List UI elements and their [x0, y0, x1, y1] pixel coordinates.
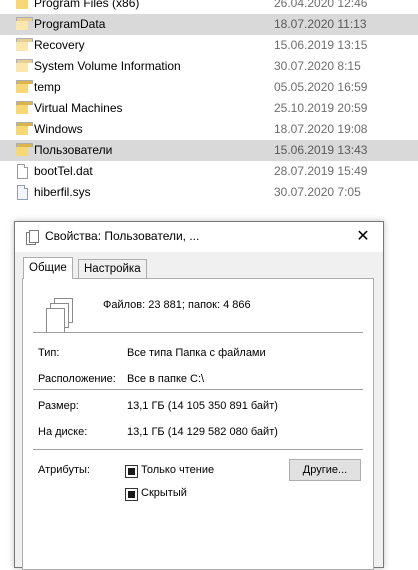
file-row[interactable]: Windows 18.07.2020 19:08: [0, 119, 418, 140]
file-row[interactable]: Virtual Machines 25.10.2019 20:59: [0, 98, 418, 119]
divider: [33, 449, 363, 450]
type-value: Все типа Папка с файлами: [127, 347, 266, 359]
properties-icon: [26, 230, 39, 245]
folder-icon: [16, 0, 28, 10]
advanced-attributes-button[interactable]: Другие...: [289, 459, 361, 481]
size-on-disk-label: На диске:: [38, 426, 88, 438]
dialog-title: Свойства: Пользователи, ...: [45, 229, 200, 243]
file-icon: [16, 164, 28, 179]
file-date-modified: 26.04.2020 12:46: [274, 0, 368, 10]
hidden-checkbox[interactable]: [125, 488, 138, 501]
tab-general[interactable]: Общие: [23, 257, 73, 279]
file-row[interactable]: Recovery 15.06.2019 13:15: [0, 35, 418, 56]
folder-icon: [16, 80, 33, 94]
folder-icon: [16, 17, 33, 31]
file-name: hiberfil.sys: [34, 185, 91, 199]
type-label: Тип:: [38, 347, 60, 359]
file-date-modified: 18.07.2020 11:13: [274, 17, 367, 31]
attributes-label: Атрибуты:: [38, 464, 90, 476]
file-name: Program Files (x86): [34, 0, 140, 10]
readonly-checkbox[interactable]: [125, 465, 138, 478]
close-icon: ✕: [356, 228, 370, 245]
location-label: Расположение:: [38, 373, 116, 385]
file-row[interactable]: System Volume Information 30.07.2020 8:15: [0, 56, 418, 77]
file-name: Windows: [34, 122, 83, 136]
file-date-modified: 25.10.2019 20:59: [274, 101, 368, 115]
file-date-modified: 30.07.2020 7:05: [274, 185, 361, 199]
folder-icon: [16, 143, 33, 157]
folder-icon: [16, 122, 33, 136]
file-icon: [16, 185, 28, 200]
file-date-modified: 30.07.2020 8:15: [274, 59, 361, 73]
file-row[interactable]: bootTel.dat 28.07.2019 15:49: [0, 161, 418, 182]
file-name: Пользователи: [34, 143, 113, 157]
file-row[interactable]: ProgramData 18.07.2020 11:13: [0, 14, 418, 35]
folder-icon: [16, 101, 33, 115]
file-folder-count: Файлов: 23 881; папок: 4 866: [103, 299, 251, 311]
file-date-modified: 18.07.2020 19:08: [274, 122, 368, 136]
readonly-label[interactable]: Только чтение: [141, 464, 214, 476]
size-value: 13,1 ГБ (14 105 350 891 байт): [127, 400, 278, 412]
file-date-modified: 05.05.2020 16:59: [274, 80, 368, 94]
file-row[interactable]: hiberfil.sys 30.07.2020 7:05: [0, 182, 418, 203]
file-name: temp: [34, 80, 61, 94]
file-name: bootTel.dat: [34, 164, 93, 178]
file-row[interactable]: Program Files (x86) 26.04.2020 12:46: [0, 0, 418, 14]
file-name: ProgramData: [34, 17, 106, 31]
tab-customize[interactable]: Настройка: [78, 259, 147, 278]
folder-icon: [16, 38, 33, 52]
divider: [33, 389, 363, 390]
location-value: Все в папке C:\: [127, 373, 205, 385]
folder-icon: [16, 59, 33, 73]
general-tab-panel: Файлов: 23 881; папок: 4 866 Тип: Все ти…: [22, 278, 374, 570]
dialog-titlebar[interactable]: Свойства: Пользователи, ... ✕: [15, 222, 383, 252]
multiple-files-icon: [46, 298, 73, 333]
file-list: Program Files (x86) 26.04.2020 12:46 Progr…: [0, 0, 418, 203]
properties-dialog: Свойства: Пользователи, ... ✕ Общие Наст…: [14, 221, 384, 570]
file-date-modified: 15.06.2019 13:15: [274, 38, 368, 52]
divider: [33, 332, 363, 333]
file-date-modified: 28.07.2019 15:49: [274, 164, 368, 178]
file-row[interactable]: temp 05.05.2020 16:59: [0, 77, 418, 98]
close-button[interactable]: ✕: [343, 222, 383, 252]
file-name: System Volume Information: [34, 59, 181, 73]
size-on-disk-value: 13,1 ГБ (14 129 582 080 байт): [127, 426, 278, 438]
hidden-label[interactable]: Скрытый: [141, 487, 187, 499]
file-name: Recovery: [34, 38, 85, 52]
file-date-modified: 15.06.2019 13:43: [274, 143, 368, 157]
size-label: Размер:: [38, 400, 79, 412]
file-row[interactable]: Пользователи 15.06.2019 13:43: [0, 140, 418, 161]
file-name: Virtual Machines: [34, 101, 123, 115]
